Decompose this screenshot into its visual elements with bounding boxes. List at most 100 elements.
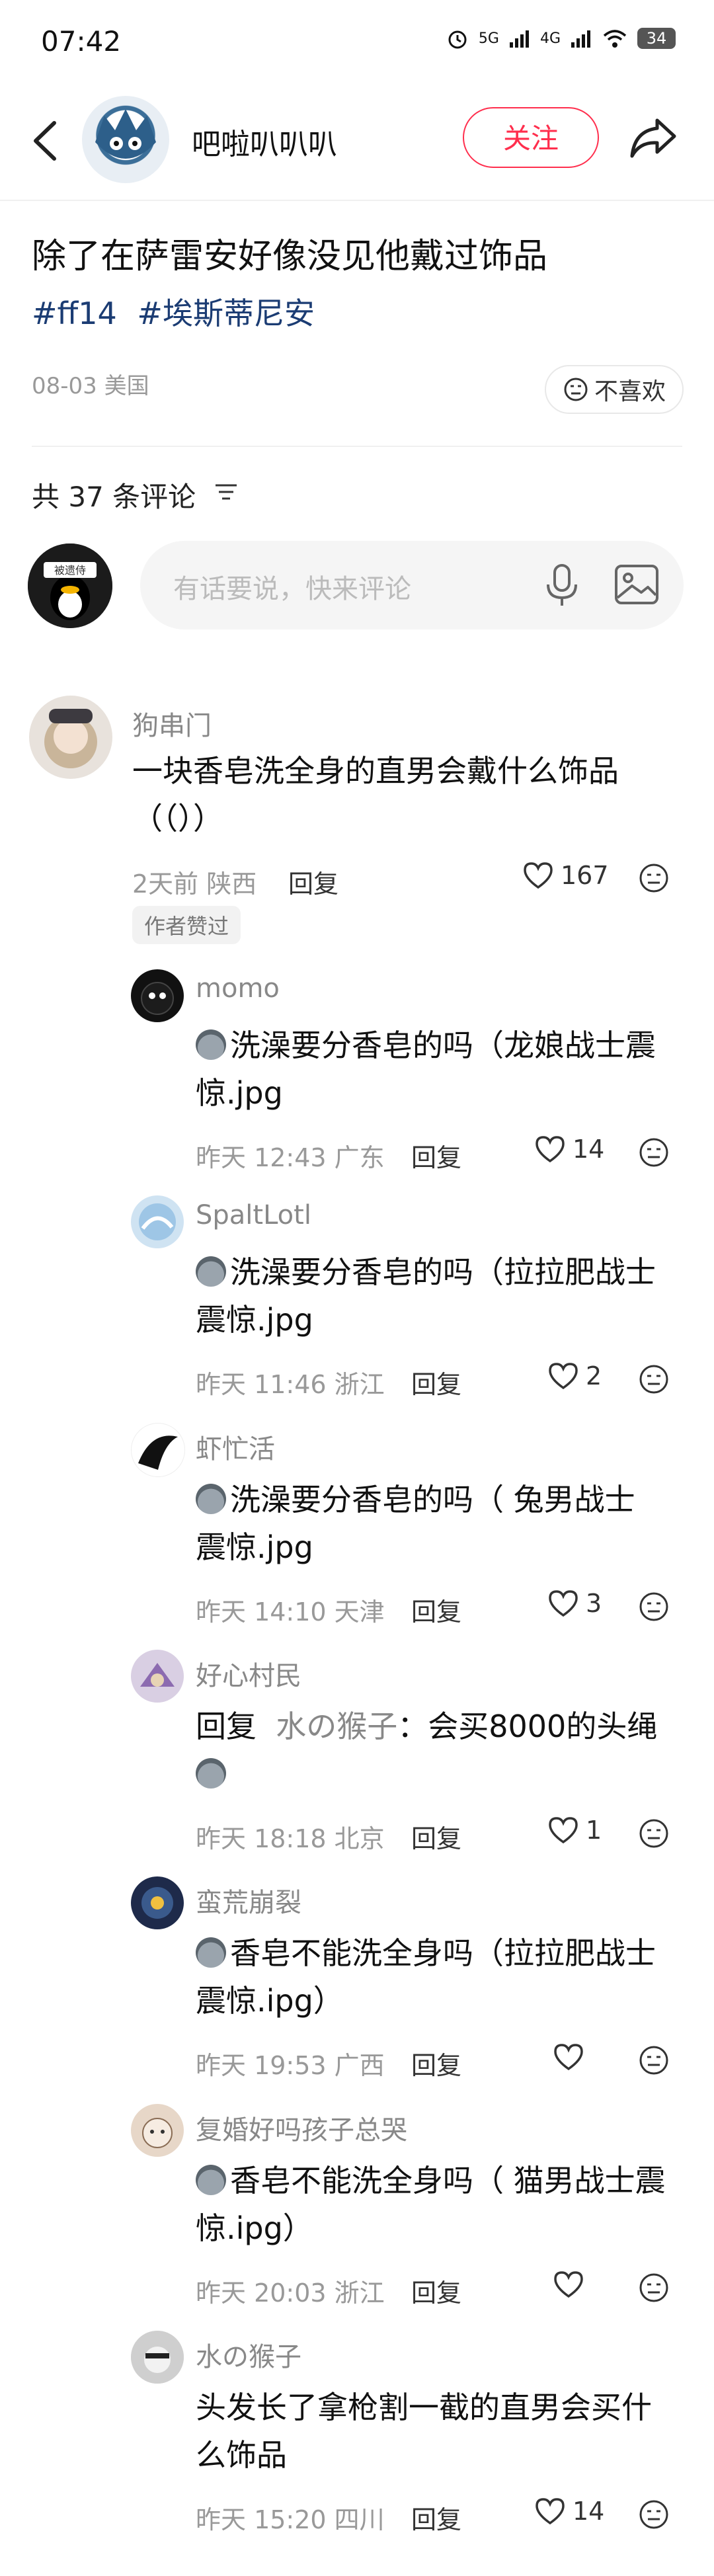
author-avatar-art xyxy=(95,109,156,159)
heart-icon xyxy=(549,1590,578,1617)
reply-text-line-2: 惊.jpg xyxy=(196,1075,283,1111)
reply-text-line-1: 回复 水の猴子：会买8000的头绳 xyxy=(196,1709,658,1744)
reply-username[interactable]: 复婚好吗孩子总哭 xyxy=(196,2109,407,2147)
commenter-avatar[interactable] xyxy=(29,696,112,779)
dislike-label: 不喜欢 xyxy=(594,378,666,405)
cat-emoji-icon xyxy=(196,1484,226,1514)
emoji-reaction-icon[interactable] xyxy=(637,862,670,895)
reply-reply-button[interactable]: 回复 xyxy=(411,1818,461,1855)
reply-text-line-2: 么饰品 xyxy=(196,2437,287,2473)
post-tags: #ff14 #埃斯蒂尼安 xyxy=(32,290,325,333)
heart-icon xyxy=(536,2498,565,2525)
comment-reply-button[interactable]: 回复 xyxy=(288,864,338,900)
reply-reply-button[interactable]: 回复 xyxy=(411,2499,461,2536)
reply-text-line-1: 头发长了拿枪割一截的直男会买什 xyxy=(196,2390,652,2425)
image-picker-icon[interactable] xyxy=(614,563,660,606)
reply-username[interactable]: SpaltLotl xyxy=(196,1200,311,1230)
comment-count: 共 37 条评论 xyxy=(32,481,196,513)
emoji-reaction-icon[interactable] xyxy=(637,2498,670,2531)
reply-meta: 昨天 15:20 四川 xyxy=(196,2505,385,2534)
reply-avatar[interactable] xyxy=(131,1876,184,1929)
reply-avatar[interactable] xyxy=(131,1423,185,1477)
reply-reply-button[interactable]: 回复 xyxy=(411,2045,461,2081)
heart-icon xyxy=(536,1136,565,1163)
author-name[interactable]: 吧啦叭叭叭 xyxy=(192,120,337,163)
reply-like-button[interactable] xyxy=(553,2270,591,2299)
tag-estinien[interactable]: #埃斯蒂尼安 xyxy=(137,296,315,331)
quoted-username[interactable]: 水の猴子 xyxy=(276,1709,397,1744)
reply-username[interactable]: 虾忙活 xyxy=(196,1428,275,1466)
reply-like-button[interactable]: 2 xyxy=(547,1361,602,1390)
dislike-button[interactable]: 不喜欢 xyxy=(545,365,684,414)
status-time: 07:42 xyxy=(41,25,122,58)
share-button[interactable] xyxy=(628,116,678,160)
reply-reply-button[interactable]: 回复 xyxy=(411,1591,461,1628)
reply-reply-button[interactable]: 回复 xyxy=(411,1137,461,1174)
post-divider xyxy=(32,446,682,447)
reply-username[interactable]: 水の猴子 xyxy=(196,2335,301,2374)
microphone-icon[interactable] xyxy=(542,562,582,608)
post-title: 除了在萨雷安好像没见他戴过饰品 xyxy=(32,237,548,276)
reply-username[interactable]: 好心村民 xyxy=(196,1654,301,1693)
comment-like-button[interactable]: 167 xyxy=(522,861,609,890)
back-arrow-icon xyxy=(34,121,56,161)
comment-text-line-2: （（）） xyxy=(132,801,223,836)
post-meta: 08-03 美国 xyxy=(32,373,149,399)
heart-icon xyxy=(554,2271,583,2298)
reply-like-button[interactable]: 3 xyxy=(547,1589,602,1618)
reply-like-button[interactable]: 14 xyxy=(534,1135,604,1164)
follow-button[interactable]: 关注 xyxy=(463,107,599,168)
cat-emoji-icon xyxy=(196,1256,226,1287)
tag-ff14[interactable]: #ff14 xyxy=(32,296,117,331)
cat-emoji-icon xyxy=(196,1029,226,1060)
sort-filter-icon[interactable] xyxy=(213,479,239,505)
reply-reply-button[interactable]: 回复 xyxy=(411,2273,461,2309)
reply-avatar[interactable] xyxy=(131,1650,184,1703)
signal-icon xyxy=(509,30,529,48)
reply-text-line-1: 洗澡要分香皂的吗（拉拉肥战士 xyxy=(196,1248,656,1296)
reply-text-line-1: 香皂不能洗全身吗（ 猫男战士震 xyxy=(196,2157,666,2204)
reply-like-button[interactable] xyxy=(553,2042,591,2072)
reply-avatar[interactable] xyxy=(131,1195,184,1248)
emoji-reaction-icon[interactable] xyxy=(637,1136,670,1169)
reply-meta: 昨天 20:03 浙江 xyxy=(196,2278,385,2308)
comment-meta: 2天前 陕西 xyxy=(132,869,257,899)
reply-text-line-1: 香皂不能洗全身吗（拉拉肥战士 xyxy=(196,1929,656,1977)
emoji-reaction-icon[interactable] xyxy=(637,1590,670,1623)
reply-like-button[interactable]: 1 xyxy=(547,1816,602,1845)
reply-meta: 昨天 12:43 广东 xyxy=(196,1143,385,1172)
comment-username[interactable]: 狗串门 xyxy=(132,704,212,743)
status-bar: 07:42 5G 4G 34 xyxy=(0,0,714,86)
reply-avatar[interactable] xyxy=(131,2104,184,2157)
reply-text-line-2 xyxy=(196,1750,230,1798)
cat-emoji-icon xyxy=(196,1937,226,1968)
like-count: 1 xyxy=(586,1816,602,1845)
reply-text-line-2: 震惊.jpg xyxy=(196,1302,313,1338)
reply-avatar[interactable] xyxy=(131,2331,184,2384)
author-avatar[interactable] xyxy=(82,96,169,183)
reply-like-button[interactable]: 14 xyxy=(534,2497,604,2526)
reply-text-line-1: 洗澡要分香皂的吗（龙娘战士震 xyxy=(196,1022,656,1069)
my-avatar[interactable]: 被遗侍 xyxy=(28,543,112,628)
network-5g-label: 5G xyxy=(478,30,499,47)
like-count: 2 xyxy=(586,1361,602,1390)
emoji-reaction-icon[interactable] xyxy=(637,1817,670,1850)
emoji-reaction-icon[interactable] xyxy=(637,2044,670,2077)
emoji-reaction-icon[interactable] xyxy=(637,1363,670,1396)
reply-meta: 昨天 14:10 天津 xyxy=(196,1597,385,1627)
comment-text-line-1: 一块香皂洗全身的直男会戴什么饰品 xyxy=(132,753,619,789)
reply-username[interactable]: momo xyxy=(196,973,280,1004)
like-count: 3 xyxy=(586,1589,602,1618)
back-button[interactable] xyxy=(26,118,66,164)
heart-icon xyxy=(554,2044,583,2071)
reply-avatar[interactable] xyxy=(131,969,184,1022)
reply-reply-button[interactable]: 回复 xyxy=(411,1364,461,1400)
status-icons: 5G 4G 34 xyxy=(446,26,676,50)
reply-text-line-2: 震惊.ipg） xyxy=(196,1983,344,2019)
network-4g-label: 4G xyxy=(539,30,561,47)
reply-text-line-2: 惊.ipg） xyxy=(196,2210,313,2246)
author-liked-badge: 作者赞过 xyxy=(132,906,241,944)
header-divider xyxy=(0,200,714,201)
reply-username[interactable]: 蛮荒崩裂 xyxy=(196,1881,301,1919)
emoji-reaction-icon[interactable] xyxy=(637,2271,670,2304)
